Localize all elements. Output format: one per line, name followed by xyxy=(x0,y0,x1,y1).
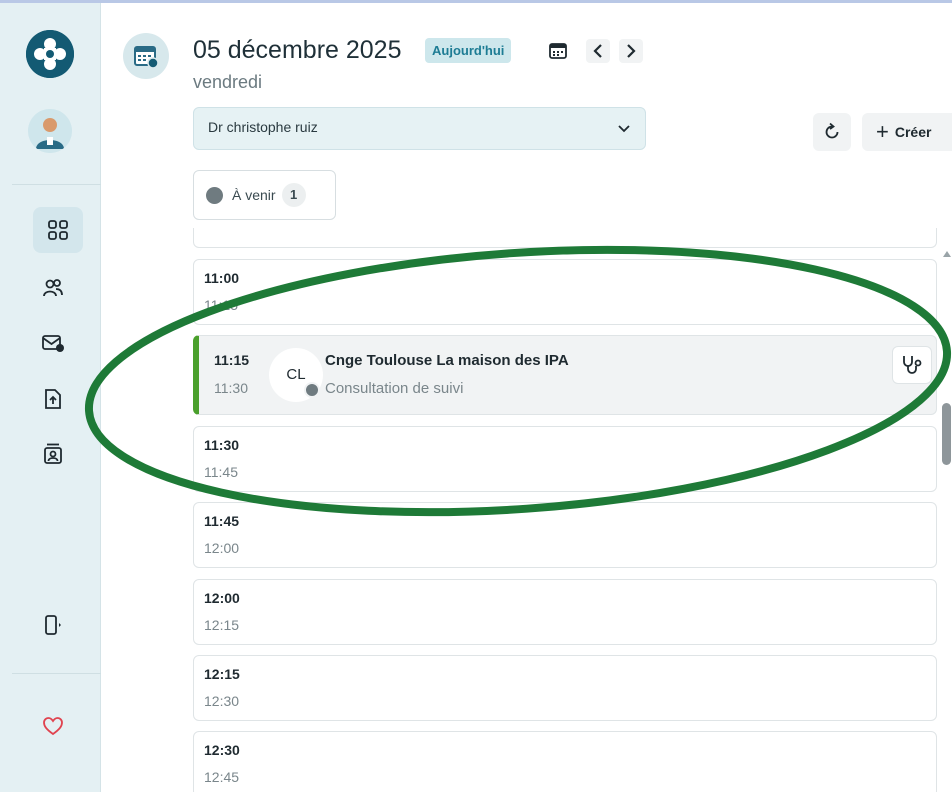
time-slot[interactable]: 12:15 12:30 xyxy=(193,655,937,721)
sidebar-item-documents[interactable] xyxy=(37,383,69,415)
chevron-right-icon xyxy=(627,44,636,58)
sidebar-item-dashboard[interactable] xyxy=(33,207,83,253)
appointment-title: Cnge Toulouse La maison des IPA xyxy=(325,352,569,369)
appointment-start-time: 11:15 xyxy=(214,352,250,368)
slot-end-time: 11:15 xyxy=(204,297,238,313)
previous-day-button[interactable] xyxy=(586,39,610,63)
slot-end-time: 12:30 xyxy=(204,693,240,709)
chevron-down-icon xyxy=(618,125,630,133)
appointment-card[interactable]: 11:15 11:30 CL Cnge Toulouse La maison d… xyxy=(193,335,937,415)
logout-icon xyxy=(45,615,61,635)
plus-icon: + xyxy=(876,119,889,144)
slot-start-time: 12:30 xyxy=(204,742,240,758)
slot-end-time: 12:00 xyxy=(204,540,240,556)
doctor-select-value: Dr christophe ruiz xyxy=(208,119,318,135)
create-button-label: Créer xyxy=(894,124,932,140)
appointment-type: Consultation de suivi xyxy=(325,380,464,397)
sidebar-divider xyxy=(12,673,101,674)
scroll-up-arrow-icon[interactable] xyxy=(943,251,951,257)
stethoscope-icon xyxy=(903,356,922,374)
time-slot[interactable]: 11:45 12:00 xyxy=(193,502,937,568)
time-slot-partial xyxy=(193,228,937,248)
time-slot[interactable]: 11:30 11:45 xyxy=(193,426,937,492)
scrollbar[interactable] xyxy=(941,245,952,792)
upcoming-filter[interactable]: À venir 1 xyxy=(193,170,336,220)
slot-start-time: 12:00 xyxy=(204,590,240,606)
time-slot-list: 11:00 11:15 11:15 11:30 CL Cnge Toulouse… xyxy=(193,228,937,792)
patients-icon xyxy=(43,279,63,297)
doctor-select[interactable]: Dr christophe ruiz xyxy=(193,107,646,150)
slot-end-time: 12:45 xyxy=(204,769,240,785)
mail-icon xyxy=(42,335,64,352)
dashboard-icon xyxy=(48,220,68,240)
sidebar-item-contacts[interactable] xyxy=(37,438,69,470)
upload-document-icon xyxy=(45,389,61,409)
chevron-left-icon xyxy=(593,44,602,58)
pending-status-icon xyxy=(304,382,320,398)
time-slot[interactable]: 12:30 12:45 xyxy=(193,731,937,792)
slot-start-time: 11:00 xyxy=(204,270,240,286)
sidebar xyxy=(0,3,101,792)
slot-start-time: 11:45 xyxy=(204,513,240,529)
current-date: 05 décembre 2025 xyxy=(193,36,402,64)
calendar-icon xyxy=(549,43,567,59)
time-slot[interactable]: 11:00 11:15 xyxy=(193,259,937,325)
upcoming-filter-label: À venir xyxy=(232,187,276,203)
app-logo-icon[interactable] xyxy=(26,30,74,78)
upcoming-count-badge: 1 xyxy=(281,183,306,207)
slot-end-time: 12:15 xyxy=(204,617,240,633)
start-consultation-button[interactable] xyxy=(892,346,932,384)
refresh-button[interactable] xyxy=(813,113,851,151)
sidebar-divider xyxy=(12,184,101,185)
appointment-end-time: 11:30 xyxy=(214,380,248,396)
create-button[interactable]: + Créer xyxy=(862,113,952,151)
sidebar-item-messages[interactable] xyxy=(37,327,69,359)
slot-start-time: 11:30 xyxy=(204,437,240,453)
sidebar-item-logout[interactable] xyxy=(37,609,69,641)
contacts-icon xyxy=(44,443,62,464)
sidebar-item-patients[interactable] xyxy=(37,272,69,304)
today-button[interactable]: Aujourd'hui xyxy=(425,38,512,63)
refresh-icon xyxy=(825,122,839,139)
time-slot[interactable]: 12:00 12:15 xyxy=(193,579,937,645)
calendar-picker-button[interactable] xyxy=(546,39,570,63)
favorite-heart-icon xyxy=(43,717,63,736)
top-accent-bar xyxy=(0,0,952,3)
weekday-label: vendredi xyxy=(193,72,263,92)
next-day-button[interactable] xyxy=(619,39,643,63)
calendar-day-icon xyxy=(123,33,169,79)
clock-icon xyxy=(206,186,223,204)
scrollbar-thumb[interactable] xyxy=(942,403,951,465)
slot-end-time: 11:45 xyxy=(204,464,238,480)
doctor-avatar-icon[interactable] xyxy=(28,109,72,153)
slot-start-time: 12:15 xyxy=(204,666,240,682)
sidebar-item-favorites[interactable] xyxy=(37,710,69,742)
